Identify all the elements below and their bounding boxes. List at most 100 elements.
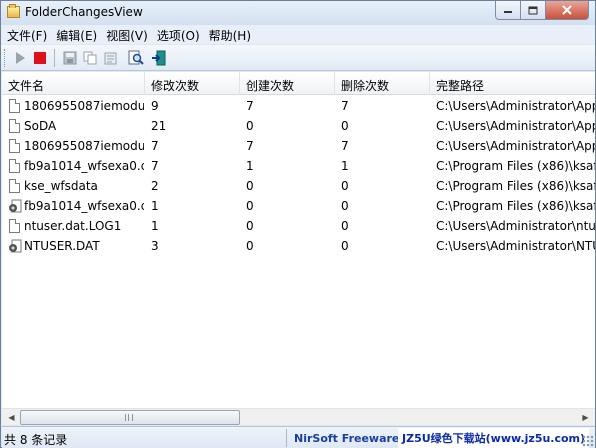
file-icon: [9, 179, 20, 193]
changes-list[interactable]: 文件名 修改次数 创建次数 删除次数 完整路径 1806955087iemodu…: [2, 72, 595, 408]
column-header-modified[interactable]: 修改次数: [145, 72, 240, 95]
cell-created: 0: [246, 199, 254, 213]
horizontal-scrollbar[interactable]: ◀ ▶: [2, 408, 595, 425]
maximize-icon: [528, 6, 538, 14]
cell-name: ntuser.dat.LOG1: [24, 219, 122, 233]
save-button[interactable]: [61, 49, 79, 67]
table-row[interactable]: fb9a1014_wfsexa0.d... 7 1 1 C:\Program Files…: [2, 156, 595, 176]
record-count: 共 8 条记录: [4, 433, 68, 447]
find-icon: [128, 50, 144, 65]
stop-icon: [34, 52, 46, 64]
cell-path: C:\Program Files (x86)\ksafe\: [436, 199, 595, 213]
menu-file[interactable]: 文件(F): [3, 25, 52, 44]
gear-file-icon: [9, 239, 22, 253]
main-window: FolderChangesView 文件(F) 编辑(E) 视图(V) 选项(O…: [0, 0, 596, 448]
column-header-path[interactable]: 完整路径: [430, 72, 595, 95]
minimize-icon: [504, 11, 512, 13]
toolbar-grip[interactable]: [4, 49, 7, 67]
file-icon: [9, 159, 20, 173]
cell-modified: 9: [151, 99, 159, 113]
menu-options[interactable]: 选项(O): [153, 25, 205, 44]
cell-name: NTUSER.DAT: [24, 239, 100, 253]
resize-grip[interactable]: [582, 435, 594, 447]
cell-created: 0: [246, 219, 254, 233]
copy-button[interactable]: [81, 49, 99, 67]
exit-button[interactable]: [150, 49, 168, 67]
file-icon: [9, 139, 20, 153]
cell-created: 7: [246, 99, 254, 113]
maximize-button[interactable]: [521, 1, 546, 20]
table-row[interactable]: SoDA 21 0 0 C:\Users\Administrator\AppD: [2, 116, 595, 136]
cell-name: SoDA: [24, 119, 57, 133]
cell-path: C:\Users\Administrator\AppD: [436, 139, 595, 153]
scroll-left-arrow-icon[interactable]: ◀: [3, 410, 20, 425]
menu-help[interactable]: 帮助(H): [205, 25, 256, 44]
scrollbar-thumb[interactable]: [20, 410, 240, 425]
cell-modified: 3: [151, 239, 159, 253]
find-button[interactable]: [127, 49, 145, 67]
cell-name: 1806955087iemodul...: [24, 99, 144, 113]
file-icon: [9, 119, 20, 133]
title-bar[interactable]: FolderChangesView: [1, 1, 595, 25]
cell-path: C:\Program Files (x86)\ksafe\: [436, 179, 595, 193]
cell-path: C:\Users\Administrator\NTUS: [436, 239, 595, 253]
exit-icon: [152, 50, 166, 66]
table-row[interactable]: NTUSER.DAT 3 0 0 C:\Users\Administrator\NTUS: [2, 236, 595, 256]
cell-name: fb9a1014_wfsexa0.d...: [24, 199, 144, 213]
folder-app-icon: [7, 4, 20, 18]
cell-deleted: 7: [341, 99, 349, 113]
column-header-created[interactable]: 创建次数: [240, 72, 335, 95]
cell-path: C:\Users\Administrator\ntuse: [436, 219, 595, 233]
cell-created: 7: [246, 139, 254, 153]
table-row[interactable]: fb9a1014_wfsexa0.d... 1 0 0 C:\Program Files…: [2, 196, 595, 216]
cell-deleted: 0: [341, 199, 349, 213]
cell-name: 1806955087iemodul...: [24, 139, 144, 153]
table-row[interactable]: ntuser.dat.LOG1 1 0 0 C:\Users\Administrator…: [2, 216, 595, 236]
gear-file-icon: [9, 199, 22, 213]
cell-deleted: 0: [341, 239, 349, 253]
status-bar: 共 8 条记录 NirSoft Freeware. htt JZ5U绿色下载站(…: [2, 426, 595, 448]
cell-created: 0: [246, 179, 254, 193]
status-divider: [286, 429, 287, 447]
cell-deleted: 7: [341, 139, 349, 153]
cell-path: C:\Users\Administrator\AppD: [436, 119, 595, 133]
cell-modified: 7: [151, 139, 159, 153]
table-row[interactable]: 1806955087iemodul... 9 7 7 C:\Users\Administ…: [2, 96, 595, 116]
cell-deleted: 1: [341, 159, 349, 173]
cell-modified: 7: [151, 159, 159, 173]
cell-created: 0: [246, 119, 254, 133]
cell-deleted: 0: [341, 219, 349, 233]
menu-edit[interactable]: 编辑(E): [52, 25, 102, 44]
scrollbar-grip: [125, 414, 133, 421]
list-header: 文件名 修改次数 创建次数 删除次数 完整路径: [2, 72, 595, 95]
menu-view[interactable]: 视图(V): [102, 25, 153, 44]
play-icon: [16, 52, 25, 64]
menu-bar: 文件(F) 编辑(E) 视图(V) 选项(O) 帮助(H): [1, 25, 595, 44]
stop-button[interactable]: [31, 49, 49, 67]
watermark-text: JZ5U绿色下载站(www.jz5u.com): [398, 428, 590, 448]
minimize-button[interactable]: [495, 1, 521, 20]
toolbar-separator: [54, 49, 55, 67]
table-row[interactable]: 1806955087iemodul... 7 7 7 C:\Users\Administ…: [2, 136, 595, 156]
file-icon: [9, 219, 20, 233]
start-button[interactable]: [11, 49, 29, 67]
close-button[interactable]: [546, 1, 589, 20]
cell-path: C:\Users\Administrator\AppD: [436, 99, 595, 113]
cell-modified: 2: [151, 179, 159, 193]
save-icon: [63, 51, 77, 65]
window-title: FolderChangesView: [25, 5, 143, 19]
cell-created: 1: [246, 159, 254, 173]
column-header-filename[interactable]: 文件名: [2, 72, 145, 95]
close-icon: [562, 5, 572, 15]
cell-name: fb9a1014_wfsexa0.d...: [24, 159, 144, 173]
toolbar: [1, 45, 595, 71]
file-icon: [9, 99, 20, 113]
scroll-right-arrow-icon[interactable]: ▶: [577, 410, 594, 425]
column-header-deleted[interactable]: 删除次数: [335, 72, 430, 95]
table-row[interactable]: kse_wfsdata 2 0 0 C:\Program Files (x86)\ksa…: [2, 176, 595, 196]
cell-name: kse_wfsdata: [24, 179, 98, 193]
cell-modified: 21: [151, 119, 167, 133]
properties-button[interactable]: [102, 49, 120, 67]
cell-modified: 1: [151, 219, 159, 233]
copy-icon: [83, 51, 97, 65]
